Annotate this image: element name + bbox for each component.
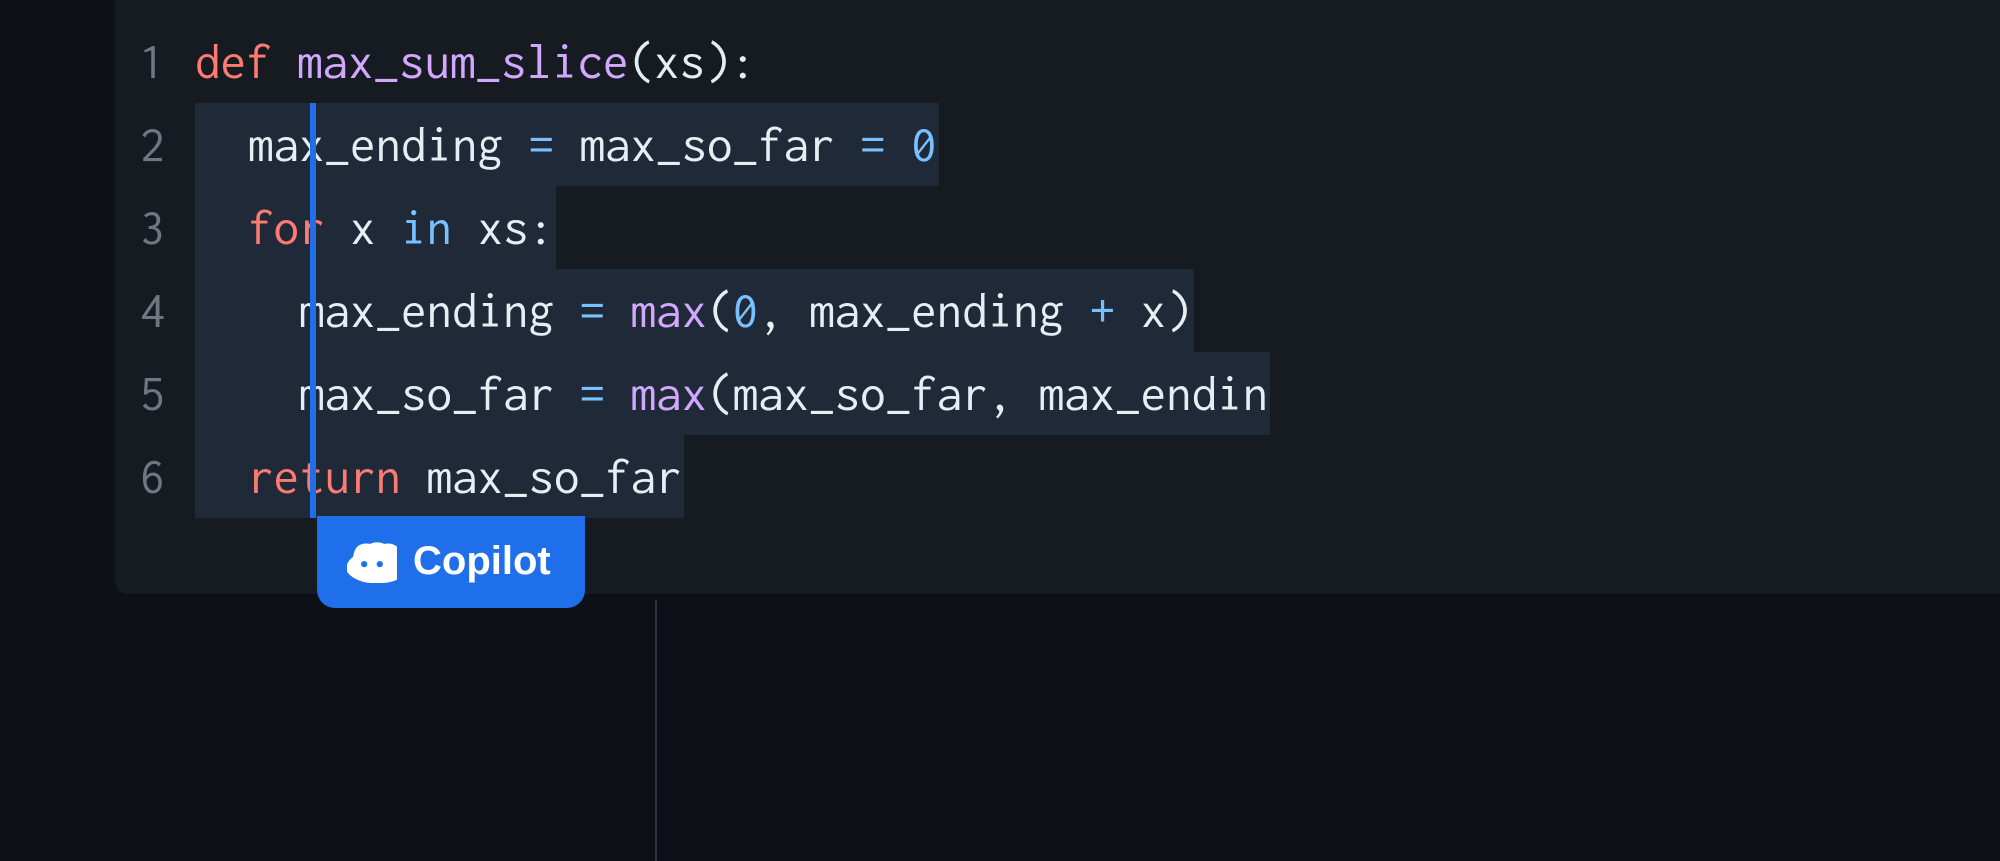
code-line[interactable]: 4 max_ending = max(0, max_ending + x) — [115, 269, 2000, 352]
code-token: ( — [707, 283, 733, 337]
panel-divider[interactable] — [655, 600, 657, 861]
code-token: max_so_far — [197, 366, 580, 420]
code-token: max — [631, 283, 708, 337]
code-token: max_so_far — [554, 117, 860, 171]
code-token: xs — [452, 200, 529, 254]
code-line[interactable]: 2 max_ending = max_so_far = 0 — [115, 103, 2000, 186]
code-area[interactable]: 1 def max_sum_slice(xs): 2 max_ending = … — [115, 20, 2000, 518]
code-token: max_so_far — [401, 449, 682, 503]
code-token: ) — [1166, 283, 1192, 337]
line-number: 4 — [115, 269, 195, 352]
suggestion-highlight: max_ending = max_so_far = 0 — [195, 103, 939, 186]
code-token: xs — [654, 34, 705, 88]
suggestion-highlight: max_ending = max(0, max_ending + x) — [195, 269, 1194, 352]
code-token — [197, 449, 248, 503]
code-token: in — [401, 200, 452, 254]
code-token: max_sum_slice — [297, 34, 629, 88]
code-token: return — [248, 449, 401, 503]
code-token: max — [631, 366, 708, 420]
code-content-3[interactable]: for x in xs: — [195, 186, 2000, 269]
code-line[interactable]: 5 max_so_far = max(max_so_far, max_endin — [115, 352, 2000, 435]
code-token: = — [580, 366, 606, 420]
code-token: = — [529, 117, 555, 171]
code-token: x — [325, 200, 402, 254]
code-content-1[interactable]: def max_sum_slice(xs): — [195, 20, 2000, 103]
code-token: , max_ending — [758, 283, 1090, 337]
code-token — [197, 200, 248, 254]
code-token: max_ending — [197, 283, 580, 337]
code-editor[interactable]: 1 def max_sum_slice(xs): 2 max_ending = … — [115, 0, 2000, 594]
line-number: 2 — [115, 103, 195, 186]
code-token: max_so_far, max_endin — [733, 366, 1269, 420]
code-token: def — [195, 34, 297, 88]
code-token: ) — [705, 34, 731, 88]
code-token: : — [529, 200, 555, 254]
code-token — [605, 366, 631, 420]
code-token: 0 — [911, 117, 937, 171]
copilot-icon — [347, 536, 397, 586]
copilot-badge[interactable]: Copilot — [317, 516, 585, 608]
code-token: 0 — [733, 283, 759, 337]
code-token: = — [580, 283, 606, 337]
code-line[interactable]: 3 for x in xs: — [115, 186, 2000, 269]
code-token — [605, 283, 631, 337]
copilot-label: Copilot — [413, 539, 551, 584]
code-content-2[interactable]: max_ending = max_so_far = 0 — [195, 103, 2000, 186]
code-token — [886, 117, 912, 171]
code-token: : — [731, 34, 757, 88]
code-token: = — [860, 117, 886, 171]
code-token: ( — [629, 34, 655, 88]
code-content-6[interactable]: return max_so_far — [195, 435, 2000, 518]
suggestion-highlight: return max_so_far — [195, 435, 684, 518]
suggestion-highlight: for x in xs: — [195, 186, 556, 269]
code-line[interactable]: 1 def max_sum_slice(xs): — [115, 20, 2000, 103]
code-token: max_ending — [197, 117, 529, 171]
code-token: x — [1115, 283, 1166, 337]
suggestion-indicator — [310, 103, 316, 518]
code-line[interactable]: 6 return max_so_far — [115, 435, 2000, 518]
line-number: 1 — [115, 20, 195, 103]
code-token: + — [1090, 283, 1116, 337]
code-content-5[interactable]: max_so_far = max(max_so_far, max_endin — [195, 352, 2000, 435]
code-token: ( — [707, 366, 733, 420]
suggestion-highlight: max_so_far = max(max_so_far, max_endin — [195, 352, 1270, 435]
line-number: 6 — [115, 435, 195, 518]
line-number: 5 — [115, 352, 195, 435]
line-number: 3 — [115, 186, 195, 269]
code-content-4[interactable]: max_ending = max(0, max_ending + x) — [195, 269, 2000, 352]
